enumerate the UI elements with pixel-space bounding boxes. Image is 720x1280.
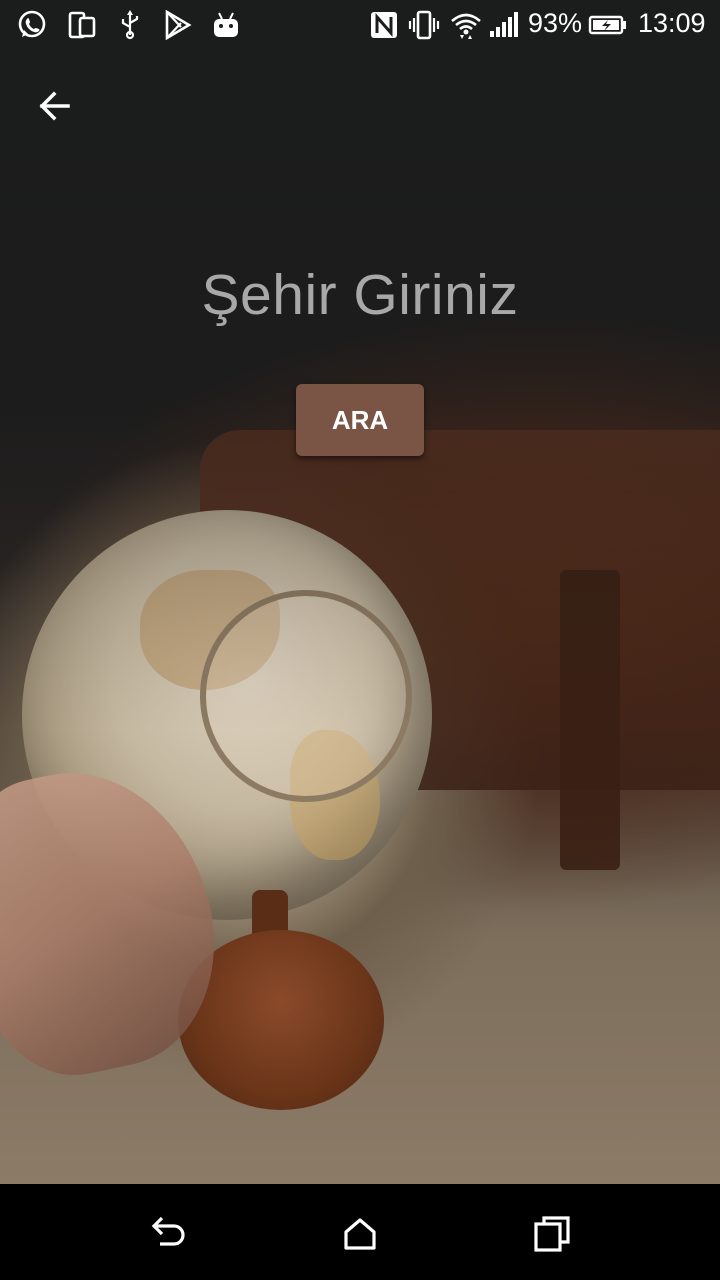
usb-icon <box>121 10 139 40</box>
battery-percent: 93% <box>528 8 583 38</box>
android-icon <box>214 12 238 37</box>
dual-screen-icon <box>68 11 96 39</box>
play-store-icon <box>165 9 192 41</box>
page-title: Şehir Giriniz <box>201 263 519 327</box>
whatsapp-icon <box>18 10 46 38</box>
vibrate-icon <box>408 10 440 40</box>
battery-icon <box>588 15 626 35</box>
back-button[interactable] <box>28 84 84 128</box>
back-icon[interactable] <box>146 1212 190 1256</box>
navigation-bar <box>0 1184 720 1280</box>
recents-icon[interactable] <box>530 1212 574 1256</box>
overlay <box>0 50 720 1184</box>
clock: 13:09 <box>638 8 706 38</box>
main-content: Şehir Giriniz ARA <box>0 50 720 1184</box>
status-bar: 93% 13:09 <box>0 0 720 50</box>
wifi-icon <box>451 13 481 39</box>
arrow-back-icon <box>39 91 70 121</box>
signal-icon <box>490 12 518 37</box>
search-button[interactable]: ARA <box>296 384 424 456</box>
home-icon[interactable] <box>338 1212 382 1256</box>
nfc-icon <box>371 12 397 38</box>
